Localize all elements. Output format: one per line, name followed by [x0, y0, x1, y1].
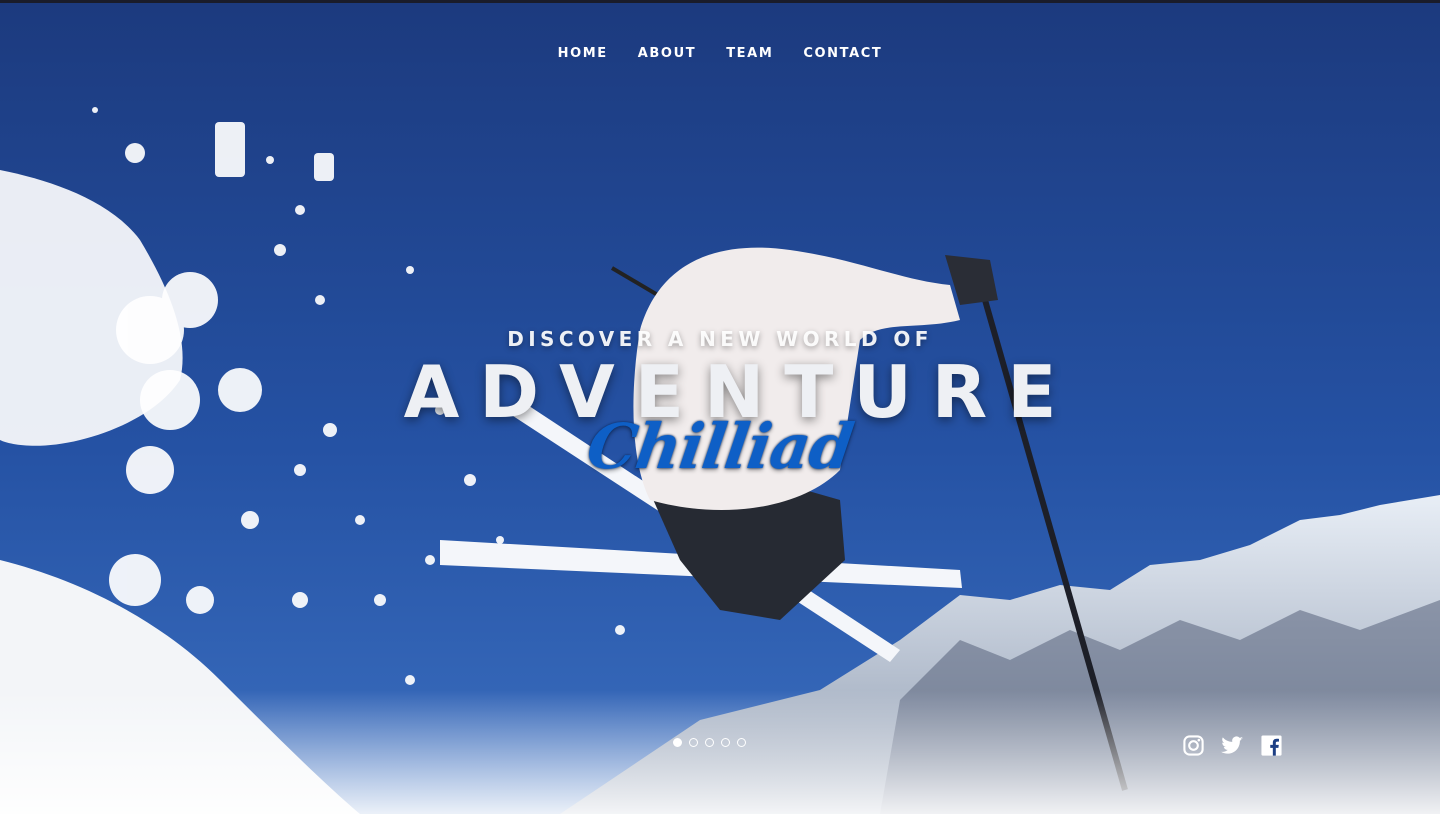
nav-about-link[interactable]: ABOUT: [638, 46, 696, 61]
brand-logo-text: Chilliad: [582, 410, 858, 483]
slider-dot-4[interactable]: [721, 738, 730, 747]
nav-team-link[interactable]: TEAM: [726, 46, 773, 61]
twitter-icon[interactable]: [1221, 734, 1244, 757]
social-links: [1182, 734, 1283, 757]
hero-subheading: DISCOVER A NEW WORLD OF: [507, 327, 933, 351]
nav-home-link[interactable]: HOME: [558, 46, 608, 61]
instagram-icon[interactable]: [1182, 734, 1205, 757]
slider-dot-3[interactable]: [705, 738, 714, 747]
slider-dot-5[interactable]: [737, 738, 746, 747]
slider-dot-1[interactable]: [673, 738, 682, 747]
slider-pagination: [673, 738, 746, 747]
facebook-icon[interactable]: [1260, 734, 1283, 757]
top-border: [0, 0, 1440, 3]
main-nav: HOME ABOUT TEAM CONTACT: [0, 46, 1440, 61]
hero-section: HOME ABOUT TEAM CONTACT DISCOVER A NEW W…: [0, 0, 1440, 814]
slider-dot-2[interactable]: [689, 738, 698, 747]
nav-contact-link[interactable]: CONTACT: [803, 46, 882, 61]
